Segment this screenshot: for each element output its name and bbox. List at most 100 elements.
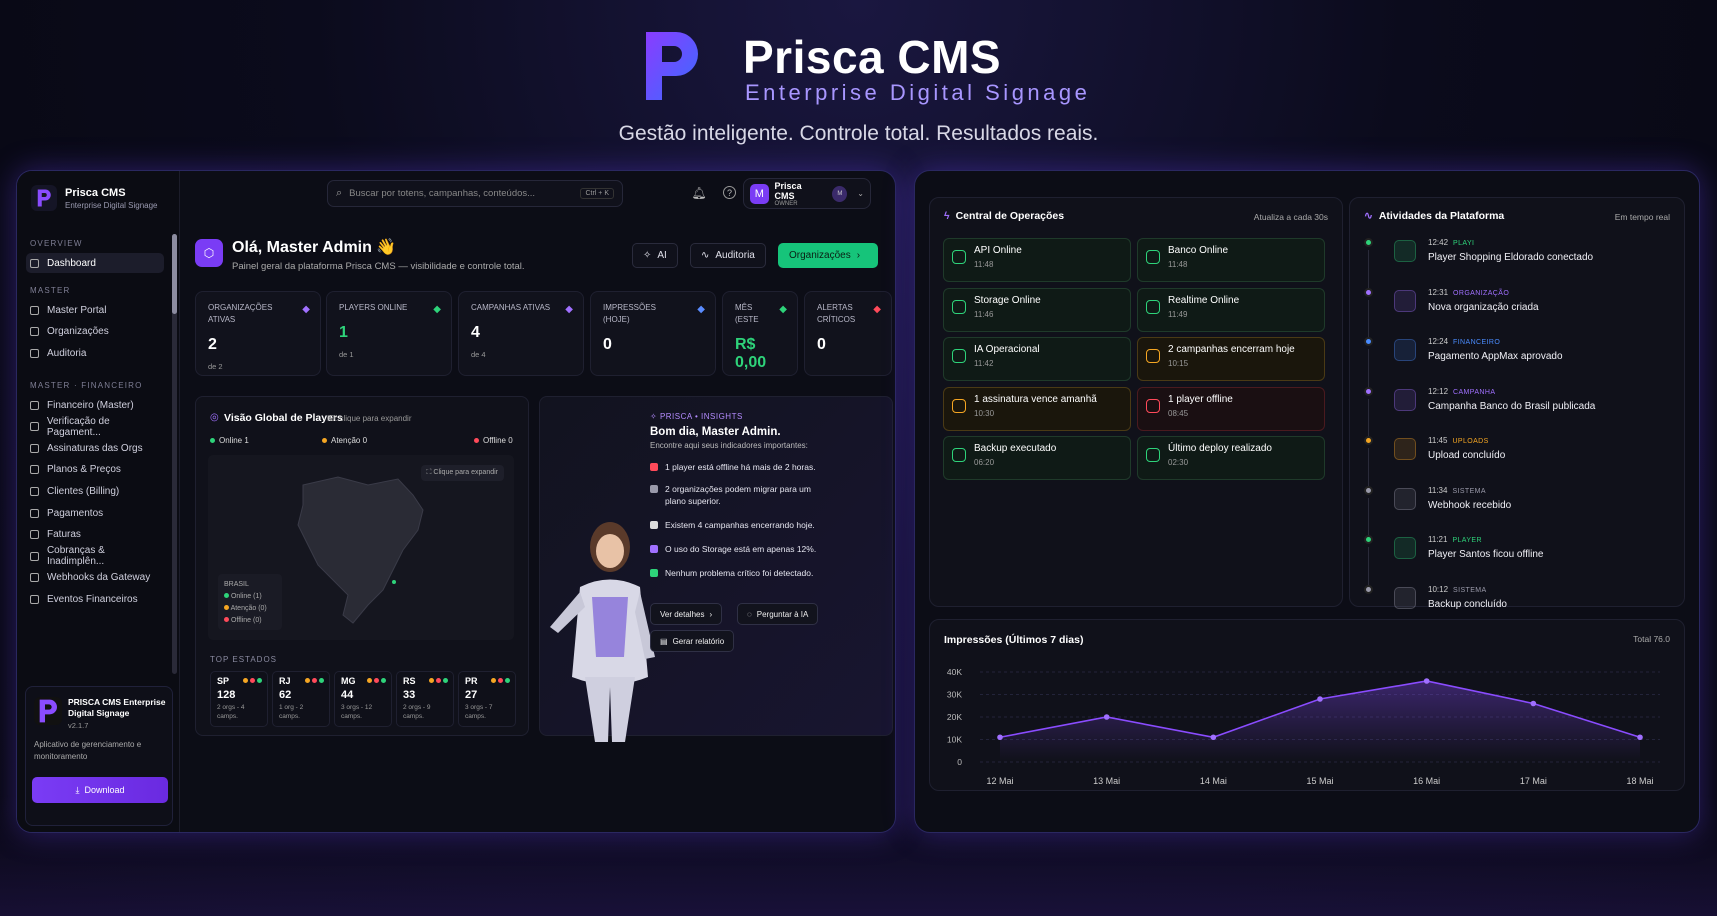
data-point[interactable] (1317, 696, 1323, 702)
data-point[interactable] (1530, 700, 1537, 707)
state-card[interactable]: RJ 62 1 org - 2 camps. (272, 671, 330, 727)
state-card[interactable]: RS 33 2 orgs - 9 camps. (396, 671, 454, 727)
ai-button[interactable]: ✧ AI (632, 243, 678, 268)
ops-status-text: API Online (974, 245, 1022, 256)
x-tick-label: 17 Mai (1520, 776, 1547, 786)
sidebar-section-label: OVERVIEW (30, 239, 83, 248)
data-point[interactable] (1423, 678, 1430, 684)
activity-time-row: 11:21 PLAYER (1428, 535, 1482, 544)
search-bar[interactable]: ⌕ Ctrl + K (327, 180, 623, 207)
activity-type-icon (1394, 487, 1416, 510)
ops-status-time: 02:30 (1168, 458, 1189, 467)
plans-icon (30, 465, 39, 475)
activity-item[interactable]: 11:34 SISTEMA Webhook recebido (1364, 484, 1644, 542)
expand-map-button[interactable]: ⛶ Clique para expandir (420, 465, 504, 481)
sidebar-item[interactable]: Master Portal (26, 300, 164, 320)
activity-text: Webhook recebido (1428, 499, 1512, 511)
sidebar-item[interactable]: Dashboard (26, 253, 164, 273)
report-button[interactable]: ▤ Gerar relatório (650, 630, 735, 652)
activity-type-icon (1394, 537, 1416, 559)
stat-card[interactable]: IMPRESSÕES (HOJE) 0 ◆ (590, 291, 716, 376)
sidebar-scroll-thumb[interactable] (172, 234, 177, 314)
data-point[interactable] (997, 734, 1003, 741)
download-button[interactable]: ⤓ Download (32, 777, 168, 803)
ops-status-item[interactable]: API Online 11:48 (943, 238, 1131, 282)
activity-item[interactable]: 12:12 CAMPANHA Campanha Banco do Brasil p… (1364, 385, 1644, 443)
stat-card[interactable]: ALERTAS CRÍTICOS 0 ◆ (804, 291, 892, 376)
activity-item[interactable]: 11:21 PLAYER Player Santos ficou offline (1364, 533, 1644, 591)
help-icon[interactable]: ? (723, 186, 736, 199)
stat-card[interactable]: PLAYERS ONLINE 1 de 1 ◆ (326, 291, 452, 376)
ops-status-item[interactable]: Realtime Online 11:49 (1137, 287, 1325, 332)
activity-item[interactable]: 12:24 FINANCEIRO Pagamento AppMax aprovad… (1364, 335, 1644, 393)
sidebar-item[interactable]: Webhooks da Gateway (26, 568, 164, 588)
sidebar-item[interactable]: Auditoria (26, 343, 164, 363)
state-desc: 3 orgs - 12 camps. (341, 704, 373, 720)
sidebar-item[interactable]: Clientes (Billing) (26, 481, 164, 501)
app-desc: Aplicativo de gerenciamento e monitorame… (34, 740, 142, 761)
legend-attention-label: Atenção 0 (331, 436, 368, 445)
organizations-button[interactable]: Organizações › (778, 243, 878, 268)
sidebar-item-label: Verificação de Pagament... (46, 415, 110, 438)
sidebar-item[interactable]: Faturas (26, 525, 164, 545)
ops-status-item[interactable]: Banco Online 11:48 (1137, 238, 1325, 282)
ask-ai-button[interactable]: ◌ Perguntar à IA (737, 603, 819, 625)
operations-panel: ϟ Central de Operações Atualiza a cada 30… (914, 170, 1700, 833)
activity-tag: SISTEMA (1453, 586, 1487, 594)
legend-online: Online 1 (210, 436, 249, 445)
sidebar-item[interactable]: Assinaturas das Orgs (26, 438, 164, 458)
sidebar-item[interactable]: Eventos Financeiros (26, 589, 164, 609)
stat-card[interactable]: MÊS (ESTE R$ 0,00 ◆ (722, 291, 798, 376)
search-input[interactable] (349, 188, 574, 199)
ops-status-item[interactable]: Backup executado 06:20 (943, 436, 1131, 480)
sidebar: Prisca CMS Enterprise Digital Signage OV… (17, 171, 180, 832)
sidebar-brand[interactable]: Prisca CMS Enterprise Digital Signage (31, 185, 158, 211)
webhook-icon (30, 573, 39, 583)
hero-tagline: Gestão inteligente. Controle total. Resu… (618, 122, 1099, 145)
sidebar-item[interactable]: Financeiro (Master) (26, 395, 164, 415)
audit-button[interactable]: ∿ Auditoria (690, 243, 766, 268)
ops-status-item[interactable]: Último deploy realizado 02:30 (1137, 436, 1325, 480)
insight-icon (650, 569, 658, 577)
y-tick-label: 10K (947, 735, 962, 745)
state-card[interactable]: PR 27 3 orgs - 7 camps. (458, 671, 516, 727)
activity-time-row: 10:12 SISTEMA (1428, 585, 1487, 594)
activity-text: Player Santos ficou offline (1428, 549, 1544, 560)
stat-card[interactable]: ORGANIZAÇÕES ATIVAS 2 de 2 ◆ (195, 291, 321, 376)
sidebar-item[interactable]: Pagamentos (26, 503, 164, 523)
sidebar-item[interactable]: Organizações (26, 322, 164, 342)
status-icon (1146, 250, 1160, 264)
bell-icon[interactable]: 🔔︎ (691, 185, 707, 201)
stat-value: R$ 0,00 (735, 336, 767, 371)
ops-status-item[interactable]: IA Operacional 11:42 (943, 337, 1131, 381)
activity-item[interactable]: 12:31 ORGANIZAÇÃO Nova organização criada (1364, 286, 1644, 344)
data-point[interactable] (1103, 714, 1110, 720)
ops-status-item[interactable]: 1 assinatura vence amanhã 10:30 (943, 386, 1131, 431)
stat-card[interactable]: CAMPANHAS ATIVAS 4 de 4 ◆ (458, 291, 584, 376)
state-card[interactable]: SP 128 2 orgs - 4 camps. (210, 671, 268, 727)
state-card[interactable]: MG 44 3 orgs - 12 camps. (334, 671, 392, 727)
ops-status-item[interactable]: 1 player offline 08:45 (1137, 386, 1325, 431)
data-point[interactable] (1637, 734, 1643, 741)
status-icon (952, 349, 966, 363)
activity-item[interactable]: 10:12 SISTEMA Backup concluído (1364, 583, 1644, 623)
state-count: 62 (279, 689, 292, 701)
sidebar-item[interactable]: Verificação de Pagament... (26, 415, 164, 438)
ops-status-item[interactable]: 2 campanhas encerram hoje 10:15 (1137, 337, 1325, 381)
activity-item[interactable]: 12:42 PLAYI Player Shopping Eldorado cone… (1364, 236, 1644, 294)
sidebar-item[interactable]: Planos & Preços (26, 460, 164, 480)
user-role: OWNER (774, 200, 798, 207)
top-states-label: TOP ESTADOS (210, 655, 278, 664)
brazil-map[interactable]: ⛶ Clique para expandir BRASIL Online (1)… (208, 455, 514, 640)
sidebar-item[interactable]: Cobranças & Inadimplên... (26, 545, 164, 567)
sidebar-item-label: Dashboard (47, 257, 96, 269)
stat-sub: de 4 (471, 350, 486, 359)
app-download-card: PRISCA CMS Enterprise Digital Signage v2… (25, 686, 173, 826)
activity-item[interactable]: 11:45 UPLOADS Upload concluído (1364, 434, 1644, 492)
insight-icon (650, 463, 658, 471)
details-button[interactable]: Ver detalhes › (650, 603, 723, 625)
ops-status-item[interactable]: Storage Online 11:46 (943, 287, 1131, 332)
user-menu[interactable]: M Prisca CMS OWNER M ⌄ (743, 178, 871, 209)
stat-value: 2 (208, 336, 217, 353)
data-point[interactable] (1210, 734, 1217, 741)
